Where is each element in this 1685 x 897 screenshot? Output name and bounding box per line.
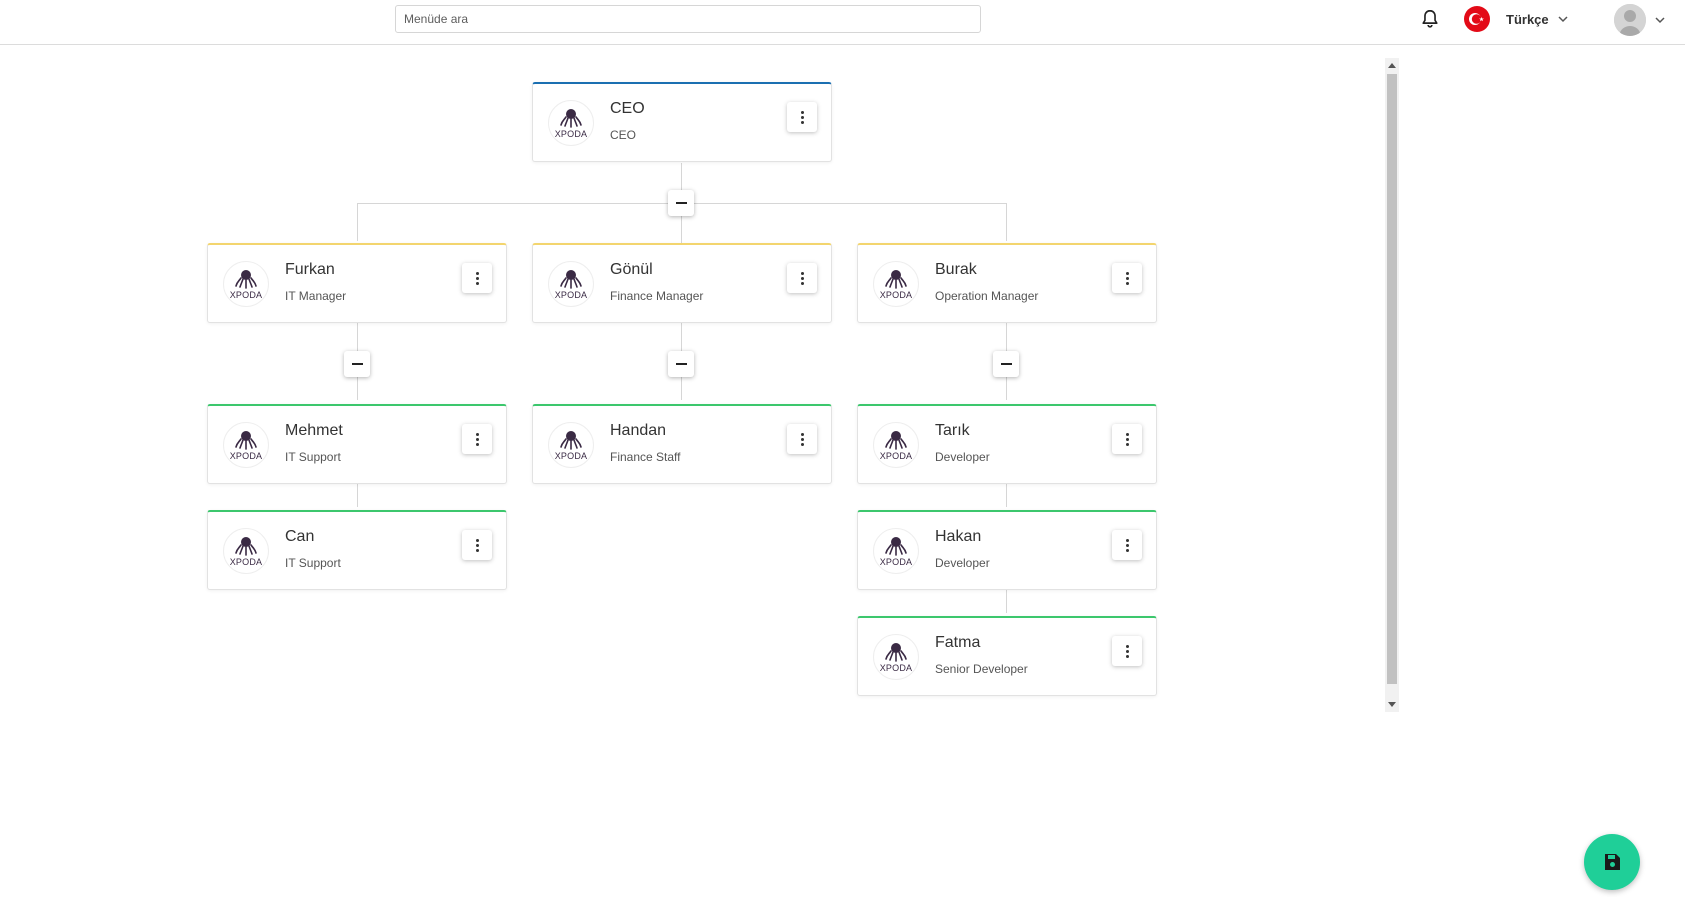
node-title: CEO (610, 128, 637, 142)
node-name: Furkan (285, 261, 335, 278)
connector-line (357, 484, 358, 507)
octopus-icon (560, 108, 582, 128)
node-name: Mehmet (285, 422, 343, 439)
logo-text: XPODA (879, 289, 913, 300)
node-name: Can (285, 528, 315, 545)
xpoda-logo: XPODA (223, 261, 269, 307)
user-menu[interactable] (1614, 3, 1666, 37)
node-name: CEO (610, 100, 645, 117)
xpoda-logo: XPODA (873, 261, 919, 307)
octopus-icon (885, 536, 907, 556)
node-title: Finance Manager (610, 289, 704, 303)
logo-text: XPODA (554, 450, 588, 461)
logo-text: XPODA (554, 289, 588, 300)
node-title: IT Manager (285, 289, 347, 303)
scroll-up-icon[interactable] (1388, 63, 1396, 68)
logo-text: XPODA (879, 662, 913, 673)
node-menu-button[interactable] (787, 263, 817, 293)
logo-text: XPODA (229, 289, 263, 300)
node-name: Tarık (935, 422, 970, 439)
avatar (1614, 4, 1646, 36)
save-button[interactable] (1584, 834, 1640, 890)
vertical-scrollbar[interactable] (1385, 58, 1399, 712)
node-menu-button[interactable] (1112, 263, 1142, 293)
node-title: IT Support (285, 450, 341, 464)
org-node-burak[interactable]: XPODA Burak Operation Manager (857, 243, 1157, 323)
notification-bell-icon[interactable] (1419, 8, 1441, 30)
menu-search-input[interactable] (395, 5, 981, 33)
node-title: Senior Developer (935, 662, 1028, 676)
logo-text: XPODA (229, 556, 263, 567)
node-title: Operation Manager (935, 289, 1039, 303)
turkey-flag-icon[interactable] (1464, 6, 1490, 32)
node-title: Developer (935, 450, 990, 464)
org-node-can[interactable]: XPODA Can IT Support (207, 510, 507, 590)
node-menu-button[interactable] (462, 263, 492, 293)
logo-text: XPODA (879, 450, 913, 461)
collapse-toggle-button[interactable] (668, 190, 694, 216)
org-node-ceo[interactable]: XPODA CEO CEO (532, 82, 832, 162)
node-title: Developer (935, 556, 990, 570)
node-name: Fatma (935, 634, 981, 651)
node-menu-button[interactable] (1112, 424, 1142, 454)
xpoda-logo: XPODA (548, 261, 594, 307)
connector-line (1006, 590, 1007, 613)
node-menu-button[interactable] (787, 102, 817, 132)
octopus-icon (235, 430, 257, 450)
language-label: Türkçe (1506, 11, 1549, 27)
floppy-disk-icon (1605, 854, 1620, 870)
xpoda-logo: XPODA (873, 634, 919, 680)
connector-line (1006, 203, 1007, 241)
xpoda-logo: XPODA (223, 528, 269, 574)
octopus-icon (885, 642, 907, 662)
collapse-toggle-button[interactable] (668, 351, 694, 377)
xpoda-logo: XPODA (873, 528, 919, 574)
node-name: Hakan (935, 528, 982, 545)
collapse-toggle-button[interactable] (993, 351, 1019, 377)
logo-text: XPODA (229, 450, 263, 461)
node-menu-button[interactable] (462, 424, 492, 454)
chevron-down-icon (1655, 17, 1665, 24)
xpoda-logo: XPODA (873, 422, 919, 468)
org-node-tarik[interactable]: XPODA Tarık Developer (857, 404, 1157, 484)
octopus-icon (235, 536, 257, 556)
org-node-fatma[interactable]: XPODA Fatma Senior Developer (857, 616, 1157, 696)
octopus-icon (560, 430, 582, 450)
xpoda-logo: XPODA (548, 422, 594, 468)
connector-line (1006, 484, 1007, 507)
collapse-toggle-button[interactable] (344, 351, 370, 377)
xpoda-logo: XPODA (548, 100, 594, 146)
octopus-icon (560, 269, 582, 289)
top-bar: Türkçe (0, 0, 1685, 45)
org-node-gonul[interactable]: XPODA Gönül Finance Manager (532, 243, 832, 323)
node-name: Burak (935, 261, 977, 278)
logo-text: XPODA (554, 128, 588, 139)
scroll-down-icon[interactable] (1388, 702, 1396, 707)
node-title: IT Support (285, 556, 341, 570)
node-menu-button[interactable] (1112, 636, 1142, 666)
logo-text: XPODA (879, 556, 913, 567)
node-menu-button[interactable] (787, 424, 817, 454)
scrollbar-thumb[interactable] (1387, 74, 1397, 684)
chevron-down-icon (1558, 16, 1568, 23)
org-node-hakan[interactable]: XPODA Hakan Developer (857, 510, 1157, 590)
language-selector[interactable]: Türkçe (1506, 6, 1569, 32)
node-title: Finance Staff (610, 450, 681, 464)
connector-line (357, 203, 358, 241)
org-node-mehmet[interactable]: XPODA Mehmet IT Support (207, 404, 507, 484)
octopus-icon (885, 269, 907, 289)
node-menu-button[interactable] (1112, 530, 1142, 560)
org-chart: XPODA CEO CEO XPODA Furkan IT Manager XP… (0, 46, 1385, 716)
node-name: Gönül (610, 261, 653, 278)
org-node-handan[interactable]: XPODA Handan Finance Staff (532, 404, 832, 484)
octopus-icon (235, 269, 257, 289)
node-name: Handan (610, 422, 667, 439)
xpoda-logo: XPODA (223, 422, 269, 468)
org-node-furkan[interactable]: XPODA Furkan IT Manager (207, 243, 507, 323)
node-menu-button[interactable] (462, 530, 492, 560)
octopus-icon (885, 430, 907, 450)
